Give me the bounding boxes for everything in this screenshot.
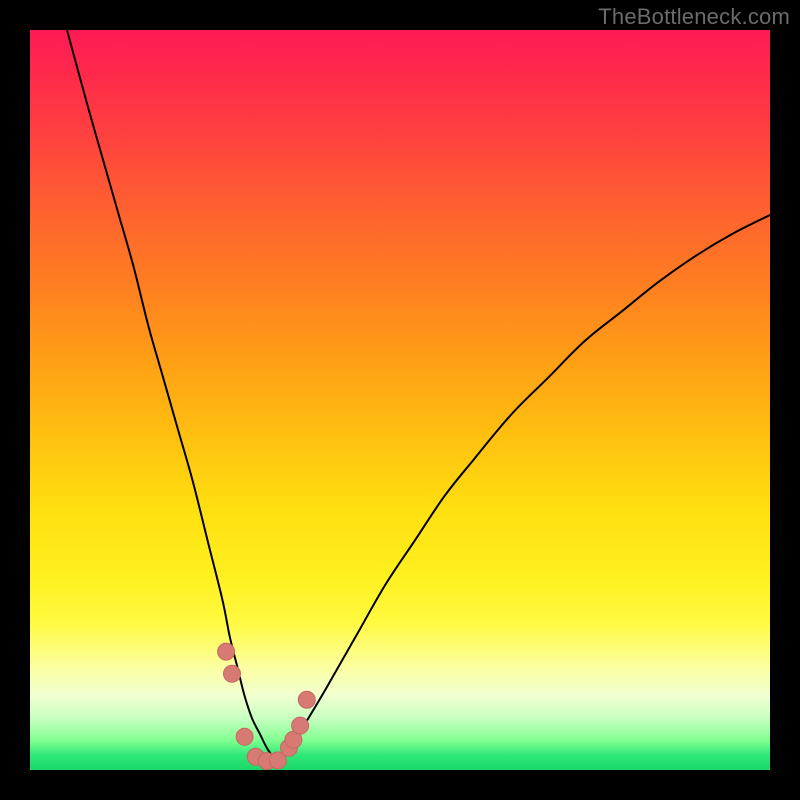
marker-group bbox=[218, 643, 316, 770]
data-marker bbox=[224, 665, 241, 682]
chart-frame: TheBottleneck.com bbox=[0, 0, 800, 800]
plot-area bbox=[30, 30, 770, 770]
bottleneck-curve-right bbox=[274, 215, 770, 759]
watermark-text: TheBottleneck.com bbox=[598, 4, 790, 30]
data-marker bbox=[218, 643, 235, 660]
data-marker bbox=[298, 691, 315, 708]
bottleneck-curve-left bbox=[67, 30, 274, 759]
data-marker bbox=[236, 728, 253, 745]
data-marker bbox=[292, 717, 309, 734]
curves-layer bbox=[30, 30, 770, 770]
